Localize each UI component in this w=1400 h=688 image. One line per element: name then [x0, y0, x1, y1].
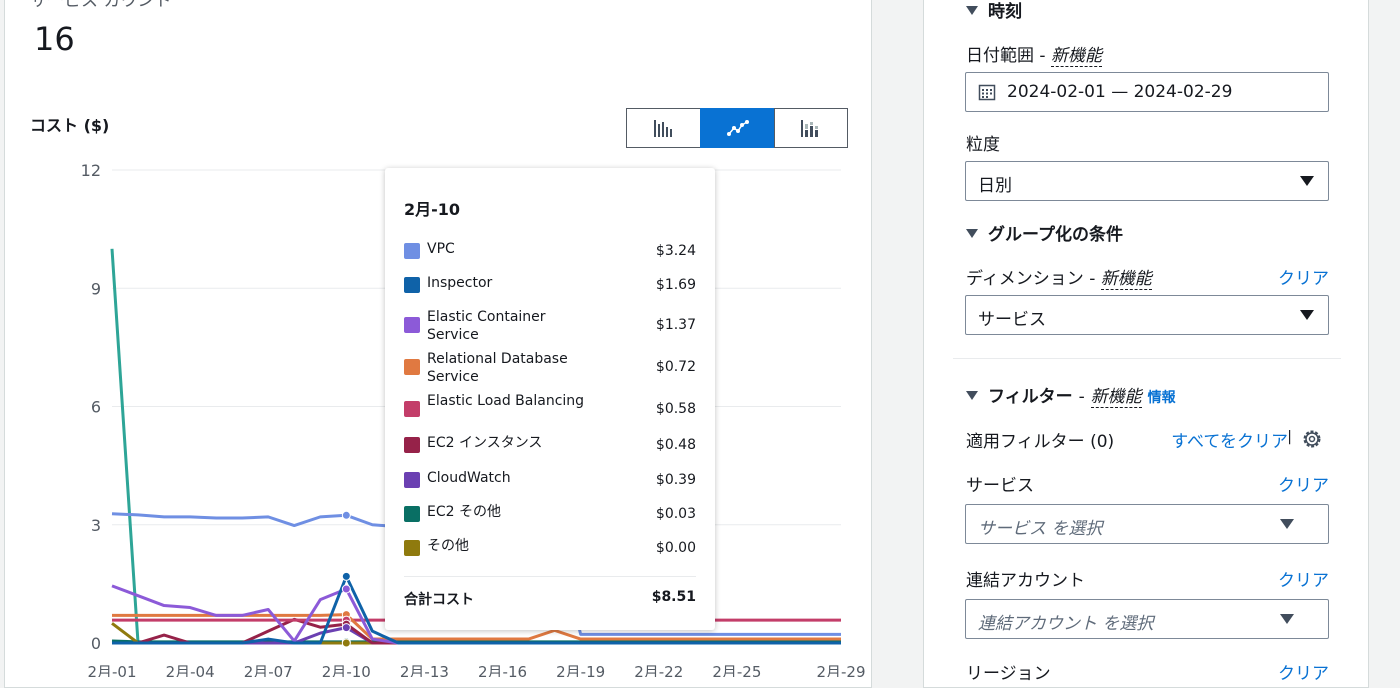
tooltip-series-value: $0.48	[655, 437, 696, 453]
tooltip-series-name: VPC	[427, 241, 455, 257]
linked-account-placeholder: 連結アカウント を選択	[978, 614, 1154, 634]
x-tick-label: 2月-07	[244, 663, 293, 677]
tooltip-divider	[404, 576, 696, 577]
x-tick-label: 2月-25	[712, 663, 761, 677]
granularity-select[interactable]: 日別	[965, 161, 1329, 201]
dimension-clear-link[interactable]: クリア	[1278, 264, 1329, 289]
tooltip-series-name: EC2 その他	[427, 504, 501, 520]
highlight-point	[341, 571, 351, 581]
tooltip-series-value: $0.03	[655, 506, 696, 522]
time-section-title: 時刻	[988, 2, 1022, 22]
series-swatch	[404, 359, 420, 375]
region-clear-link[interactable]: クリア	[1278, 659, 1329, 684]
y-tick-label: 12	[81, 161, 101, 180]
info-link[interactable]: 情報	[1148, 390, 1176, 406]
tooltip-series-name: Inspector	[427, 275, 493, 291]
highlight-point	[341, 510, 351, 520]
service-filter-select[interactable]: サービス を選択	[965, 504, 1329, 544]
x-tick-label: 2月-22	[634, 663, 683, 677]
x-tick-label: 2月-19	[556, 663, 605, 677]
new-feature-badge: 新機能	[1050, 46, 1102, 67]
tooltip-series-value: $0.39	[655, 472, 696, 488]
gear-icon[interactable]	[1301, 428, 1323, 450]
tooltip-series-value: $0.58	[655, 401, 696, 417]
y-tick-label: 3	[91, 516, 101, 535]
collapse-icon	[966, 391, 978, 400]
tooltip-series-value: $3.24	[655, 243, 696, 259]
x-tick-label: 2月-04	[166, 663, 215, 677]
new-feature-badge: 新機能	[1090, 387, 1142, 408]
date-range-label: 日付範囲 - 新機能	[966, 46, 1102, 67]
tooltip-series-value: $1.37	[655, 317, 696, 333]
y-tick-label: 9	[91, 279, 101, 298]
highlight-point	[341, 638, 351, 648]
series-swatch	[404, 437, 420, 453]
x-tick-label: 2月-01	[87, 663, 136, 677]
linked-account-clear-link[interactable]: クリア	[1278, 566, 1329, 591]
series-swatch	[404, 317, 420, 333]
dimension-value: サービス	[978, 310, 1046, 330]
x-tick-label: 2月-16	[478, 663, 527, 677]
x-tick-label: 2月-29	[816, 663, 865, 677]
group-by-section-toggle[interactable]: グループ化の条件	[966, 220, 1123, 245]
caret-down-icon	[1300, 176, 1314, 186]
clear-all-link[interactable]: すべてをクリア	[1171, 427, 1288, 452]
tooltip-series-value: $0.72	[655, 359, 696, 375]
separator: |	[1287, 429, 1292, 445]
collapse-icon	[966, 229, 978, 238]
tooltip-series-name: Elastic Container Service	[427, 309, 546, 343]
tooltip-series-value: $1.69	[655, 277, 696, 293]
time-section-toggle[interactable]: 時刻	[966, 0, 1022, 22]
tooltip-total-label: 合計コスト	[404, 592, 474, 608]
highlight-point	[341, 584, 351, 594]
filter-section-title: フィルター	[988, 387, 1073, 407]
region-label: リージョン	[966, 664, 1051, 684]
series-swatch	[404, 243, 420, 259]
date-range-picker[interactable]: 2024-02-01 — 2024-02-29	[965, 72, 1329, 112]
tooltip-date: 2月-10	[404, 200, 461, 219]
series-swatch	[404, 401, 420, 417]
service-filter-label: サービス	[966, 476, 1034, 496]
chart-tooltip: 2月-10 VPC $3.24 Inspector $1.69 Elastic Cont…	[385, 168, 715, 630]
y-tick-label: 0	[91, 634, 101, 653]
date-range-value: 2024-02-01 — 2024-02-29	[1007, 82, 1233, 102]
new-feature-badge: 新機能	[1100, 269, 1152, 290]
y-tick-label: 6	[91, 398, 101, 417]
tooltip-total: 合計コスト $8.51	[404, 589, 696, 609]
dimension-label: ディメンション - 新機能	[966, 269, 1152, 290]
series-swatch	[404, 472, 420, 488]
dimension-select[interactable]: サービス	[965, 295, 1329, 335]
calendar-icon	[978, 84, 996, 101]
collapse-icon	[966, 6, 978, 15]
tooltip-series-name: その他	[427, 538, 469, 554]
x-tick-label: 2月-10	[322, 663, 371, 677]
service-placeholder: サービス を選択	[978, 519, 1103, 539]
tooltip-series-name: Elastic Load Balancing	[427, 393, 585, 409]
caret-down-icon	[1300, 310, 1314, 320]
granularity-label: 粒度	[966, 135, 1000, 155]
granularity-value: 日別	[978, 176, 1012, 196]
section-divider	[953, 358, 1341, 359]
tooltip-series-name: EC2 インスタンス	[427, 435, 543, 451]
series-swatch	[404, 277, 420, 293]
filter-panel: 時刻 日付範囲 - 新機能 2024-02-01 — 2024-02-29 粒度…	[923, 0, 1369, 688]
service-clear-link[interactable]: クリア	[1278, 471, 1329, 496]
tooltip-total-value: $8.51	[651, 589, 696, 605]
series-swatch	[404, 540, 420, 556]
applied-filters-count: 適用フィルター (0)	[966, 432, 1115, 452]
filter-section-toggle[interactable]: フィルター - 新機能 情報	[966, 382, 1176, 408]
group-by-title: グループ化の条件	[988, 225, 1123, 245]
tooltip-series-name: Relational Database Service	[427, 351, 568, 385]
tooltip-series-name: CloudWatch	[427, 470, 511, 486]
linked-account-select[interactable]: 連結アカウント を選択	[965, 599, 1329, 639]
linked-account-label: 連結アカウント	[966, 571, 1085, 591]
caret-down-icon	[1280, 614, 1294, 624]
series-swatch	[404, 506, 420, 522]
caret-down-icon	[1280, 519, 1294, 529]
highlight-point	[341, 623, 351, 633]
tooltip-series-value: $0.00	[655, 540, 696, 556]
x-tick-label: 2月-13	[400, 663, 449, 677]
